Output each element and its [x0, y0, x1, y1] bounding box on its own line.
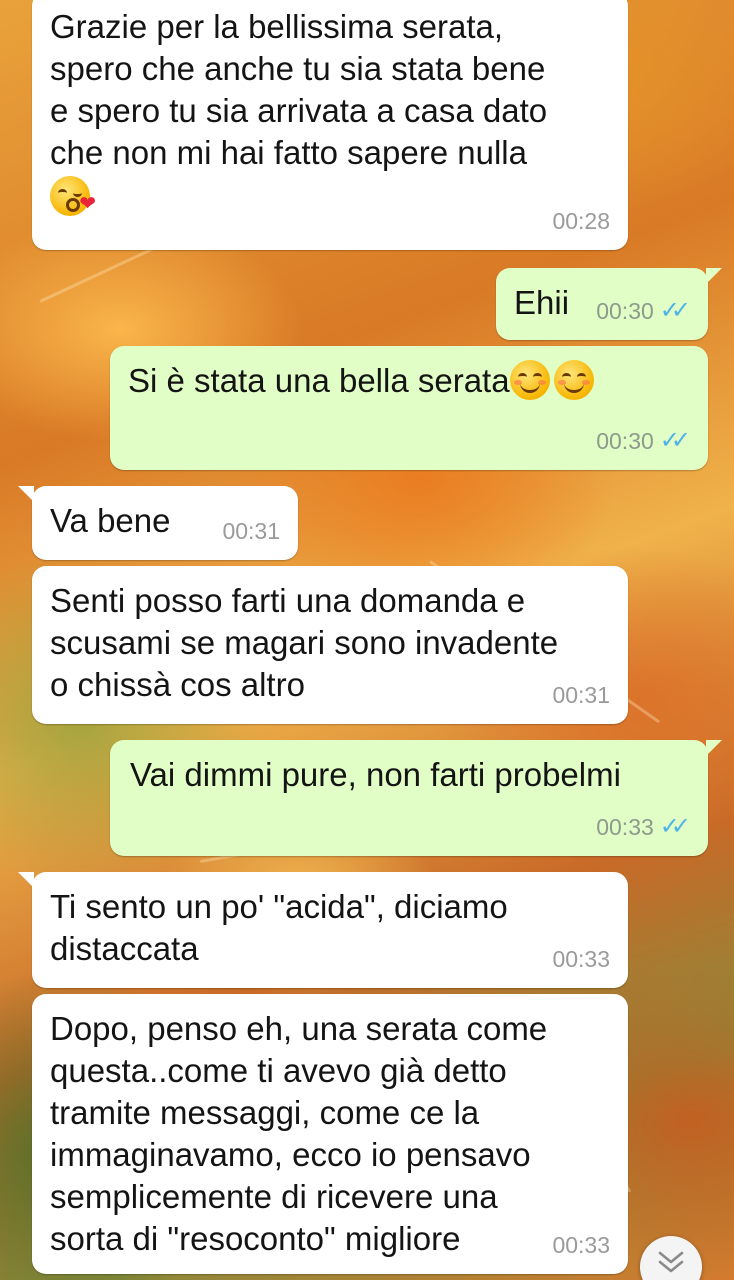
message-bubble-incoming[interactable]: Dopo, penso eh, una serata come questa..…: [32, 994, 628, 1274]
message-bubble-outgoing[interactable]: Ehii 00:30 ✓✓: [496, 268, 722, 340]
message-bubble-outgoing[interactable]: Si è stata una bella serata 00:30 ✓✓: [110, 346, 708, 470]
message-text: Si è stata una bella serata: [128, 362, 510, 399]
double-check-icon: ✓✓: [659, 297, 691, 324]
message-meta: 00:30 ✓✓: [596, 420, 691, 462]
message-emoji-row: ❤: [50, 176, 610, 218]
message-meta: 00:31: [552, 674, 610, 716]
message-bubble-incoming[interactable]: Ti sento un po' "acida", diciamo distacc…: [18, 872, 628, 988]
message-time: 00:30: [596, 428, 654, 454]
message-content: Si è stata una bella serata: [128, 360, 690, 402]
message-text: Dopo, penso eh, una serata come questa..…: [50, 1010, 548, 1257]
double-check-icon: ✓✓: [659, 427, 691, 454]
message-meta: 00:33: [552, 938, 610, 980]
message-time: 00:33: [552, 946, 610, 972]
double-check-icon: ✓✓: [659, 813, 691, 840]
message-meta: 00:33: [552, 1224, 610, 1266]
message-text: Grazie per la bellissima serata, spero c…: [50, 8, 548, 171]
chat-screen: Grazie per la bellissima serata, spero c…: [0, 0, 734, 1280]
message-bubble-incoming[interactable]: Va bene 00:31: [18, 486, 298, 560]
message-meta: 00:31: [222, 510, 280, 552]
message-meta: 00:33 ✓✓: [596, 806, 691, 848]
message-time: 00:31: [552, 682, 610, 708]
message-text: Senti posso farti una domanda e scusami …: [50, 582, 559, 703]
message-meta: 00:28: [552, 200, 610, 242]
message-bubble-incoming[interactable]: Grazie per la bellissima serata, spero c…: [32, 0, 628, 250]
smiling-face-icon: [553, 360, 594, 400]
chevron-double-down-icon: [658, 1251, 684, 1273]
message-time: 00:28: [552, 208, 610, 234]
message-meta: 00:30 ✓✓: [596, 290, 691, 332]
message-bubble-incoming[interactable]: Senti posso farti una domanda e scusami …: [32, 566, 628, 724]
kissing-face-with-heart-icon: ❤: [50, 176, 96, 216]
message-time: 00:33: [596, 814, 654, 840]
message-time: 00:33: [552, 1232, 610, 1258]
message-time: 00:30: [596, 298, 654, 324]
scroll-to-bottom-button[interactable]: [640, 1236, 702, 1280]
message-time: 00:31: [222, 518, 280, 544]
message-text: Ti sento un po' "acida", diciamo distacc…: [50, 888, 508, 967]
message-text: Vai dimmi pure, non farti probelmi: [130, 756, 621, 793]
message-bubble-outgoing[interactable]: Vai dimmi pure, non farti probelmi 00:33…: [110, 740, 722, 856]
smiling-face-icon: [509, 360, 550, 400]
